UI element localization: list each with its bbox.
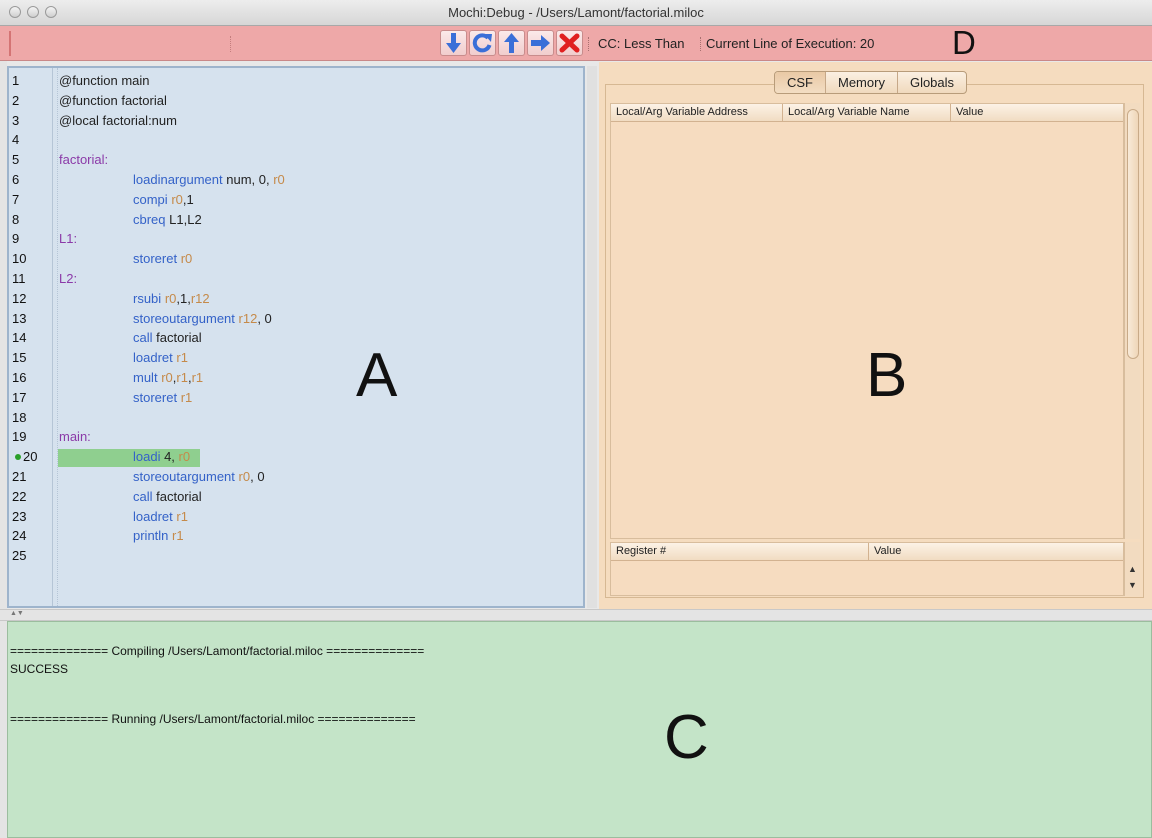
- code-line[interactable]: @function factorial: [59, 92, 167, 110]
- toolbar-divider: [230, 36, 231, 52]
- line-number[interactable]: 16: [12, 369, 26, 387]
- arrow-down-icon: [446, 33, 461, 53]
- line-number[interactable]: 5: [12, 151, 19, 169]
- line-number[interactable]: 19: [12, 428, 26, 446]
- line-number[interactable]: 20: [23, 448, 37, 466]
- region-label-d: D: [952, 24, 976, 61]
- arrow-up-icon: [504, 33, 519, 53]
- left-edge: [0, 61, 7, 838]
- line-number[interactable]: 22: [12, 488, 26, 506]
- code-line[interactable]: L2:: [59, 270, 77, 288]
- line-number[interactable]: 10: [12, 250, 26, 268]
- line-number[interactable]: 13: [12, 310, 26, 328]
- debug-toolbar: CC: Less Than Current Line of Execution:…: [0, 26, 1152, 61]
- console-line: SUCCESS: [10, 662, 69, 676]
- code-line[interactable]: loadret r1: [133, 349, 188, 367]
- registers-table-header: Register # Value: [611, 543, 1123, 561]
- line-number[interactable]: 18: [12, 409, 26, 427]
- line-number[interactable]: 15: [12, 349, 26, 367]
- column-header-address[interactable]: Local/Arg Variable Address: [611, 104, 783, 121]
- condition-code-status: CC: Less Than: [598, 36, 685, 51]
- column-header-name[interactable]: Local/Arg Variable Name: [783, 104, 951, 121]
- window-title: Mochi:Debug - /Users/Lamont/factorial.mi…: [448, 5, 704, 20]
- region-label-b: B: [866, 341, 908, 410]
- console-line: ============== Running /Users/Lamont/fac…: [10, 712, 416, 726]
- console-line: ============== Compiling /Users/Lamont/f…: [10, 644, 425, 658]
- code-line[interactable]: call factorial: [133, 488, 202, 506]
- line-number[interactable]: 14: [12, 329, 26, 347]
- scrollbar-thumb[interactable]: [1127, 109, 1139, 359]
- code-line[interactable]: @local factorial:num: [59, 112, 177, 130]
- refresh-icon: [472, 33, 492, 53]
- column-header-value[interactable]: Value: [951, 104, 1123, 121]
- tab-memory[interactable]: Memory: [826, 72, 898, 93]
- step-out-button[interactable]: [498, 30, 525, 56]
- line-number[interactable]: 23: [12, 508, 26, 526]
- line-number[interactable]: 4: [12, 131, 19, 149]
- window-titlebar: Mochi:Debug - /Users/Lamont/factorial.mi…: [0, 0, 1152, 26]
- line-number[interactable]: 9: [12, 230, 19, 248]
- line-number[interactable]: 2: [12, 92, 19, 110]
- line-number[interactable]: 8: [12, 211, 19, 229]
- line-number[interactable]: 3: [12, 112, 19, 130]
- code-line[interactable]: storeoutargument r12, 0: [133, 310, 272, 328]
- output-console[interactable]: ============== Compiling /Users/Lamont/f…: [7, 621, 1152, 838]
- line-number[interactable]: 11: [12, 270, 26, 288]
- code-line[interactable]: loadret r1: [133, 508, 188, 526]
- line-number[interactable]: 17: [12, 389, 26, 407]
- toolbar-separator: [700, 37, 701, 51]
- line-number[interactable]: 25: [12, 547, 26, 565]
- horizontal-splitter[interactable]: ▲▼: [0, 609, 1152, 621]
- toolbar-grip: [9, 31, 11, 56]
- step-into-button[interactable]: [440, 30, 467, 56]
- collapse-arrows-icon[interactable]: ▲▼: [10, 610, 24, 617]
- current-line-status: Current Line of Execution: 20: [706, 36, 875, 51]
- tab-globals[interactable]: Globals: [898, 72, 966, 93]
- column-header-register[interactable]: Register #: [611, 543, 869, 560]
- code-line[interactable]: main:: [59, 428, 91, 446]
- code-line[interactable]: factorial:: [59, 151, 108, 169]
- inspector-tabs: CSF Memory Globals: [774, 71, 968, 94]
- fold-gutter: [53, 68, 58, 606]
- variables-scrollbar[interactable]: [1124, 103, 1140, 539]
- code-line[interactable]: loadi 4, r0: [133, 448, 190, 466]
- code-line[interactable]: compi r0,1: [133, 191, 194, 209]
- arrow-right-icon: [531, 35, 550, 51]
- variables-table[interactable]: Local/Arg Variable Address Local/Arg Var…: [610, 103, 1124, 539]
- code-line[interactable]: @function main: [59, 72, 150, 90]
- step-over-button[interactable]: [527, 30, 554, 56]
- code-line[interactable]: cbreq L1,L2: [133, 211, 202, 229]
- code-line[interactable]: println r1: [133, 527, 184, 545]
- scroll-up-arrow-icon[interactable]: ▲: [1128, 564, 1137, 574]
- region-label-c: C: [664, 703, 709, 772]
- code-line[interactable]: storeoutargument r0, 0: [133, 468, 265, 486]
- vertical-splitter[interactable]: [587, 66, 597, 608]
- code-line[interactable]: L1:: [59, 230, 77, 248]
- line-number[interactable]: 7: [12, 191, 19, 209]
- tab-csf[interactable]: CSF: [775, 72, 826, 93]
- code-line[interactable]: storeret r1: [133, 389, 192, 407]
- line-number[interactable]: 6: [12, 171, 19, 189]
- close-icon: [559, 33, 580, 53]
- line-number[interactable]: 24: [12, 527, 26, 545]
- registers-scrollbar[interactable]: ▲ ▼: [1124, 542, 1140, 596]
- line-number[interactable]: 12: [12, 290, 26, 308]
- scroll-down-arrow-icon[interactable]: ▼: [1128, 580, 1137, 590]
- restart-button[interactable]: [469, 30, 496, 56]
- code-line[interactable]: mult r0,r1,r1: [133, 369, 203, 387]
- code-line[interactable]: storeret r0: [133, 250, 192, 268]
- line-number[interactable]: 1: [12, 72, 19, 90]
- variables-table-header: Local/Arg Variable Address Local/Arg Var…: [611, 104, 1123, 122]
- code-line[interactable]: loadinargument num, 0, r0: [133, 171, 285, 189]
- region-label-a: A: [356, 341, 398, 410]
- toolbar-separator: [588, 37, 589, 51]
- line-number[interactable]: 21: [12, 468, 26, 486]
- code-editor[interactable]: 1 @function main 2 @function factorial 3 @loc…: [7, 66, 585, 608]
- code-line[interactable]: call factorial: [133, 329, 202, 347]
- column-header-register-value[interactable]: Value: [869, 543, 1123, 560]
- registers-table[interactable]: Register # Value: [610, 542, 1124, 596]
- code-line[interactable]: rsubi r0,1,r12: [133, 290, 210, 308]
- stop-button[interactable]: [556, 30, 583, 56]
